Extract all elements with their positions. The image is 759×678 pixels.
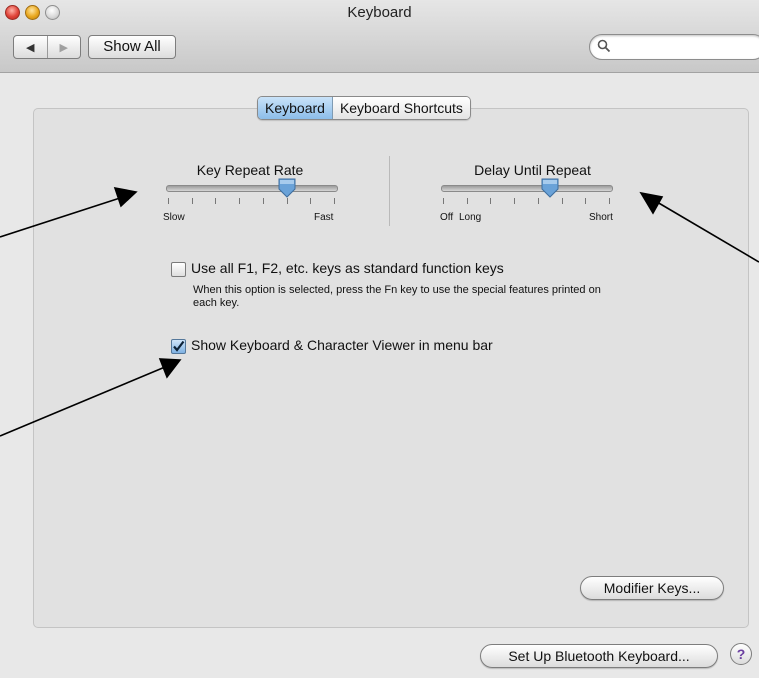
key-repeat-rate-label: Key Repeat Rate — [196, 162, 304, 178]
delay-off-label: Off — [440, 212, 454, 223]
slider-tick — [585, 198, 587, 204]
delay-long-label: Long — [459, 212, 482, 223]
fn-keys-checkbox[interactable] — [171, 262, 186, 277]
slider-tick — [215, 198, 217, 204]
slider-tick — [239, 198, 241, 204]
slider-tick — [286, 198, 288, 204]
help-button[interactable]: ? — [730, 643, 752, 665]
show-all-button[interactable]: Show All — [88, 35, 176, 59]
tab-bar: Keyboard Keyboard Shortcuts — [257, 96, 471, 120]
slider-tick — [490, 198, 492, 204]
tab-keyboard[interactable]: Keyboard — [258, 97, 333, 119]
forward-arrow-icon[interactable]: ▶ — [48, 36, 81, 58]
key-repeat-min-label: Slow — [163, 212, 185, 223]
slider-tick — [609, 198, 610, 204]
key-repeat-slider-thumb[interactable] — [278, 178, 296, 198]
slider-tick — [168, 198, 169, 204]
key-repeat-max-label: Fast — [314, 212, 334, 223]
slider-tick — [514, 198, 516, 204]
fn-keys-help-text: When this option is selected, press the … — [193, 284, 601, 309]
show-viewer-label[interactable]: Show Keyboard & Character Viewer in menu… — [191, 337, 493, 353]
slider-divider — [389, 156, 390, 226]
slider-tick — [191, 198, 193, 204]
modifier-keys-button[interactable]: Modifier Keys... — [580, 576, 724, 600]
search-icon — [597, 39, 611, 53]
content-panel — [33, 108, 749, 628]
fn-keys-label[interactable]: Use all F1, F2, etc. keys as standard fu… — [191, 260, 504, 276]
delay-repeat-slider-thumb[interactable] — [541, 178, 559, 198]
slider-tick — [262, 198, 264, 204]
slider-tick — [537, 198, 539, 204]
slider-tick — [310, 198, 312, 204]
slider-tick — [443, 198, 444, 204]
delay-short-label: Short — [589, 212, 613, 223]
window-toolbar: Keyboard ◀ ▶ Show All — [0, 0, 759, 73]
key-repeat-rate-slider[interactable] — [166, 185, 338, 192]
show-viewer-checkbox[interactable] — [171, 339, 186, 354]
back-arrow-icon[interactable]: ◀ — [14, 36, 48, 58]
delay-until-repeat-slider[interactable] — [441, 185, 613, 192]
keyboard-preferences-window: Keyboard ◀ ▶ Show All Keyboard Keyboard … — [0, 0, 759, 678]
set-up-bluetooth-keyboard-button[interactable]: Set Up Bluetooth Keyboard... — [480, 644, 718, 668]
slider-tick — [466, 198, 468, 204]
slider-tick — [561, 198, 563, 204]
window-title: Keyboard — [347, 4, 412, 21]
search-field[interactable] — [589, 34, 759, 60]
delay-until-repeat-label: Delay Until Repeat — [474, 162, 591, 178]
navigation-buttons: ◀ ▶ — [13, 35, 81, 59]
slider-tick — [334, 198, 335, 204]
tab-keyboard-shortcuts[interactable]: Keyboard Shortcuts — [332, 97, 470, 119]
checkmark-icon — [173, 340, 185, 352]
